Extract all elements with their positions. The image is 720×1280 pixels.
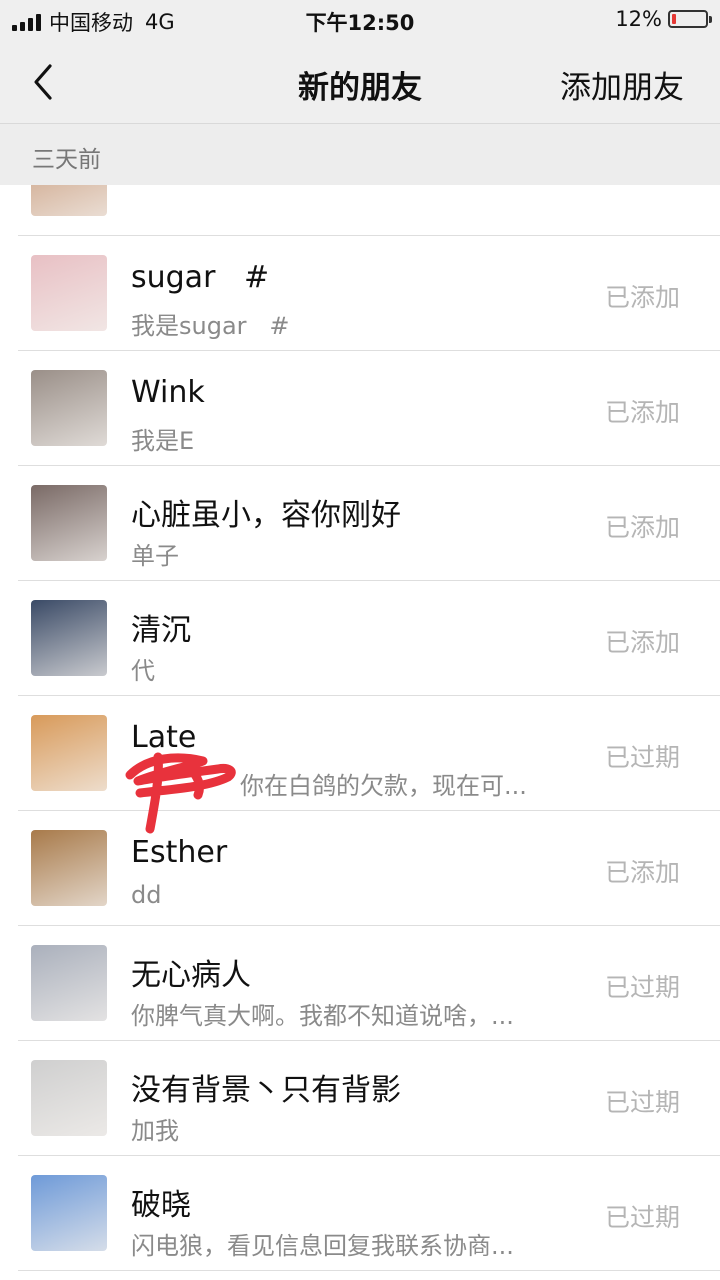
friend-name: 心脏虽小，容你刚好 xyxy=(131,498,401,533)
section-header: 三天前 xyxy=(0,124,720,185)
friend-request-message: 我是E xyxy=(131,427,195,455)
friend-name: 清沉 xyxy=(131,613,191,648)
add-friend-button[interactable]: 添加朋友 xyxy=(560,62,684,107)
request-status-label: 已过期 xyxy=(604,973,680,1002)
friend-request-message: 加我 xyxy=(131,1117,179,1145)
friend-request-row[interactable]: 信用转机欠款不打算处理了吗?已过期 xyxy=(0,185,720,236)
battery-percent: 12% xyxy=(615,7,662,31)
avatar[interactable] xyxy=(31,715,107,791)
friend-request-row[interactable]: 无心病人你脾气真大啊。我都不知道说啥，... 已过期 xyxy=(0,926,720,1041)
avatar[interactable] xyxy=(31,255,107,331)
request-status-label: 已过期 xyxy=(604,743,680,772)
avatar[interactable] xyxy=(31,185,107,216)
request-status-label: 已添加 xyxy=(604,858,680,887)
status-bar: 中国移动 4G 下午12:50 12% xyxy=(0,0,720,40)
friend-name: Late xyxy=(131,720,197,755)
friend-name: 没有背景丶只有背影 xyxy=(131,1073,401,1108)
friend-name: Wink xyxy=(131,375,205,410)
friend-request-row[interactable]: Late 你在白鸽的欠款，现在可... 已过期 xyxy=(0,696,720,811)
section-header-label: 三天前 xyxy=(32,147,101,173)
status-time: 下午12:50 xyxy=(305,11,415,35)
friend-request-row[interactable]: Wink 我是E 已添加 xyxy=(0,351,720,466)
friend-request-row[interactable]: sugar # 我是sugar # 已添加 xyxy=(0,236,720,351)
friend-request-message: 你在白鸽的欠款，现在可... xyxy=(240,772,527,800)
avatar[interactable] xyxy=(31,370,107,446)
friend-request-message: 闪电狼，看见信息回复我联系协商... xyxy=(131,1232,514,1260)
friend-name: 无心病人 xyxy=(131,958,251,993)
avatar[interactable] xyxy=(31,485,107,561)
friend-name: 破晓 xyxy=(131,1188,191,1223)
avatar[interactable] xyxy=(31,945,107,1021)
request-status-label: 已添加 xyxy=(604,283,680,312)
row-divider xyxy=(18,1270,720,1271)
request-status-label: 已添加 xyxy=(604,398,680,427)
friend-request-message: dd xyxy=(131,881,162,909)
avatar[interactable] xyxy=(31,1060,107,1136)
friend-request-row[interactable]: 心脏虽小，容你刚好单子 已添加 xyxy=(0,466,720,581)
friend-request-message: 单子 xyxy=(131,542,179,570)
friend-request-row[interactable]: 清沉代 已添加 xyxy=(0,581,720,696)
request-status-label: 已添加 xyxy=(604,628,680,657)
avatar[interactable] xyxy=(31,830,107,906)
friend-name: sugar # xyxy=(131,260,270,295)
friend-request-message: 我是sugar # xyxy=(131,312,290,340)
friend-request-row[interactable]: 破晓闪电狼，看见信息回复我联系协商... 已过期 xyxy=(0,1156,720,1271)
battery-icon xyxy=(668,10,712,28)
avatar[interactable] xyxy=(31,600,107,676)
status-right: 12% xyxy=(615,7,712,31)
request-status-label: 已过期 xyxy=(604,1203,680,1232)
avatar[interactable] xyxy=(31,1175,107,1251)
friend-request-row[interactable]: 没有背景丶只有背影加我 已过期 xyxy=(0,1041,720,1156)
friend-request-message: 代 xyxy=(131,657,155,685)
friend-request-row[interactable]: Esther dd 已添加 xyxy=(0,811,720,926)
friend-name: Esther xyxy=(131,835,228,870)
friend-request-list[interactable]: 信用转机欠款不打算处理了吗?已过期sugar #我是sugar #已添加Wink… xyxy=(0,185,720,1280)
friend-request-message: 你脾气真大啊。我都不知道说啥，... xyxy=(131,1002,514,1030)
request-status-label: 已添加 xyxy=(604,513,680,542)
nav-bar: 新的朋友 添加朋友 xyxy=(0,40,720,124)
request-status-label: 已过期 xyxy=(604,1088,680,1117)
